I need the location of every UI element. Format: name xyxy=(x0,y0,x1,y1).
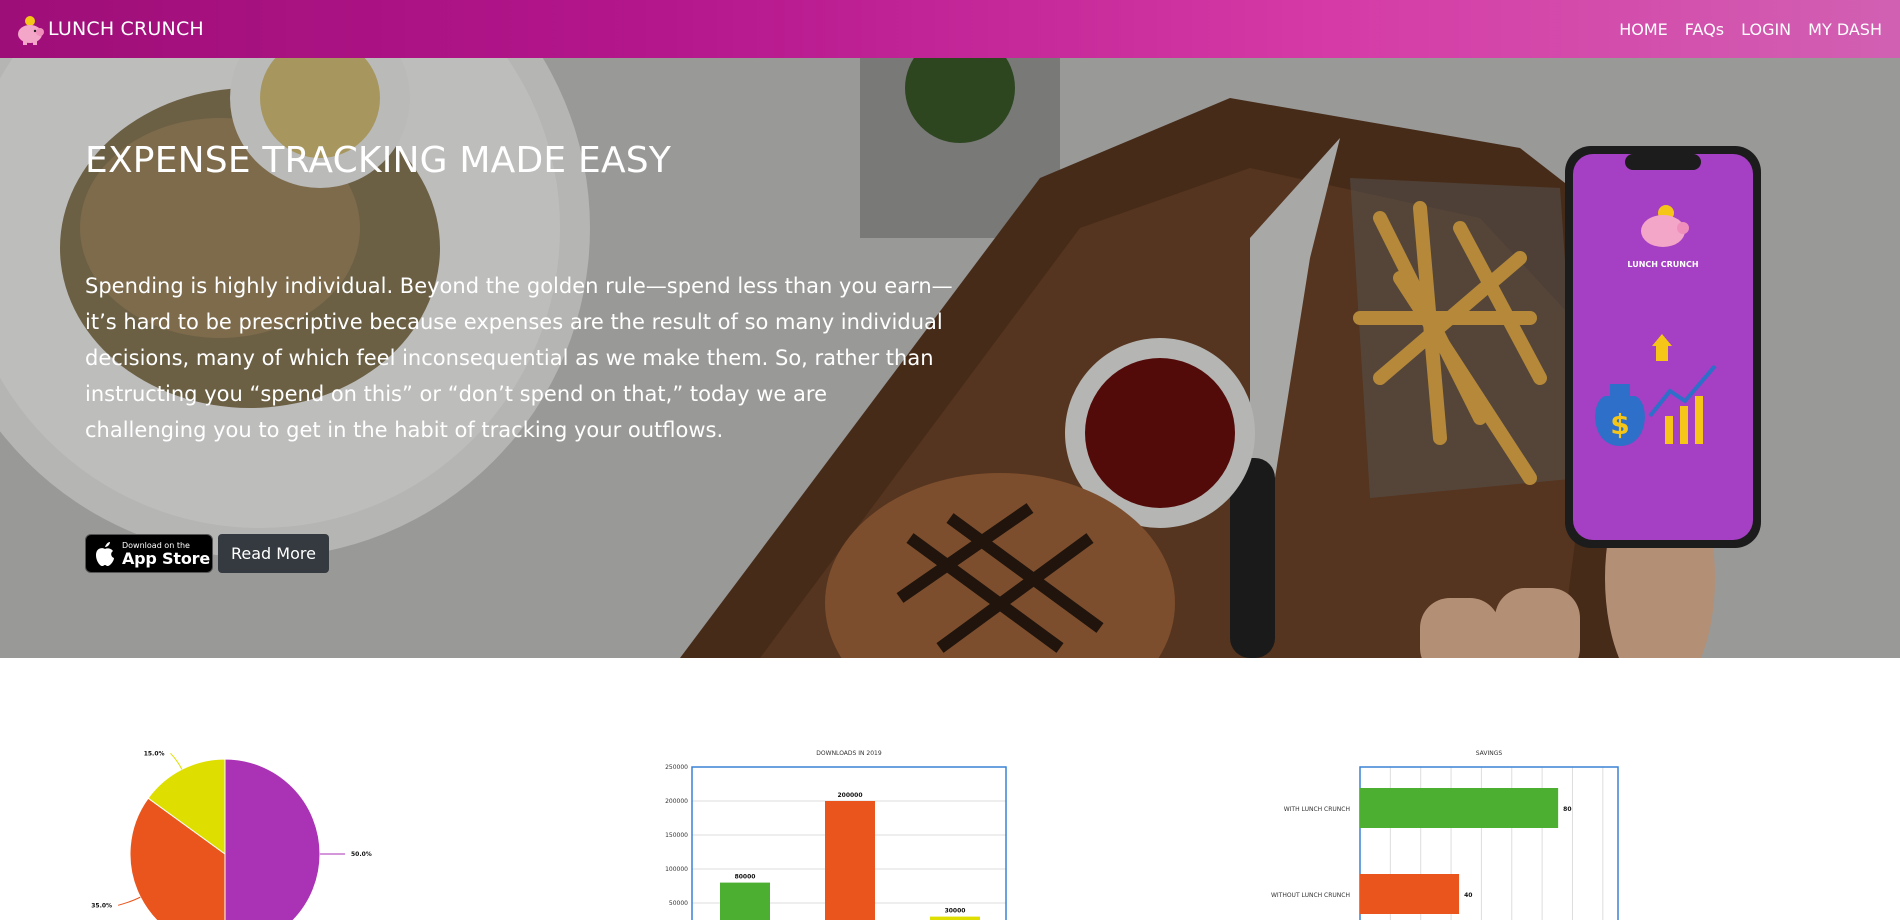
nav-login[interactable]: LOGIN xyxy=(1741,20,1791,39)
nav-home[interactable]: HOME xyxy=(1619,20,1668,39)
app-store-button[interactable]: Download on the App Store xyxy=(85,534,213,573)
pie-leader-line xyxy=(117,896,141,906)
chart-title: SAVINGS xyxy=(1476,750,1503,757)
y-tick-label: 150000 xyxy=(665,832,688,839)
pie-value-label: 15.0% xyxy=(144,750,165,757)
bar-value-label: 40 xyxy=(1464,892,1472,899)
app-store-big-text: App Store xyxy=(122,548,210,568)
bar-value-label: 200000 xyxy=(837,792,862,799)
bar-value-label: 30000 xyxy=(945,908,966,915)
bar xyxy=(930,916,980,920)
bar-value-label: 80 xyxy=(1563,806,1571,813)
bar-value-label: 80000 xyxy=(735,874,756,881)
read-more-button[interactable]: Read More xyxy=(218,534,329,573)
chart-title: DOWNLOADS IN 2019 xyxy=(816,750,882,757)
phone-brand-text: LUNCH CRUNCH xyxy=(1627,260,1698,269)
hero-title: EXPENSE TRACKING MADE EASY xyxy=(85,140,672,181)
pie-slice xyxy=(224,758,321,920)
pie-value-label: 50.0% xyxy=(351,851,372,858)
svg-text:$: $ xyxy=(1610,408,1629,441)
hero-buttons: Download on the App Store Read More xyxy=(85,534,329,573)
nav-faqs[interactable]: FAQs xyxy=(1685,20,1724,39)
bar xyxy=(1360,874,1460,914)
y-tick-label: 200000 xyxy=(665,798,688,805)
hero-description: Spending is highly individual. Beyond th… xyxy=(85,274,953,442)
brand-name: LUNCH CRUNCH xyxy=(48,18,204,40)
downloads-bar-chart: DOWNLOADS IN 2019 250000 200000 150000 10000… xyxy=(665,750,1007,920)
pie-value-label: 35.0% xyxy=(91,902,112,909)
navbar: LUNCH CRUNCH HOME FAQs LOGIN MY DASH xyxy=(0,0,1900,58)
nav-my-dash[interactable]: MY DASH xyxy=(1808,20,1882,39)
category-label: WITHOUT LUNCH CRUNCH xyxy=(1271,892,1350,899)
user-share-pie-chart: 50.0% 35.0% 15.0% xyxy=(91,750,372,920)
piggy-bank-icon xyxy=(18,16,44,45)
y-tick-label: 100000 xyxy=(665,866,688,873)
bar xyxy=(720,882,770,920)
y-tick-label: 250000 xyxy=(665,764,688,771)
brand-link[interactable]: LUNCH CRUNCH xyxy=(14,12,204,46)
y-tick-label: 50000 xyxy=(669,900,688,907)
savings-bar-chart: SAVINGS WITH LUNCH CRUNCH 80 WITHOUT LUNCH … xyxy=(1271,750,1619,920)
bar xyxy=(1360,788,1559,828)
bar xyxy=(825,801,875,920)
apple-icon xyxy=(96,541,114,566)
pie-leader-line xyxy=(170,752,183,770)
phone-mockup: LUNCH CRUNCH $ xyxy=(1565,146,1761,548)
hero-section: EXPENSE TRACKING MADE EASY Spending is h… xyxy=(0,58,1900,658)
category-label: WITH LUNCH CRUNCH xyxy=(1284,806,1350,813)
app-store-text: Download on the App Store xyxy=(122,541,210,567)
nav-links: HOME FAQs LOGIN MY DASH xyxy=(1619,20,1882,39)
